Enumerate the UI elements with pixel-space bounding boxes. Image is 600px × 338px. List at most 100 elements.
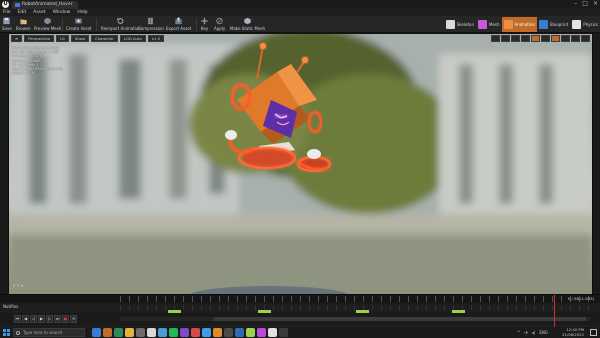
title-bar: U RobotAnimated_Hover – □ × bbox=[0, 0, 600, 9]
playback-speed-button[interactable]: x1.0 bbox=[147, 35, 165, 42]
browse-button[interactable]: Browse bbox=[16, 17, 31, 32]
timeline-scroll-thumb[interactable] bbox=[214, 317, 586, 321]
mode-mesh[interactable]: Mesh bbox=[476, 17, 502, 32]
clock[interactable]: 12:40 PM 21/06/2022 bbox=[562, 327, 584, 337]
move-tool-icon[interactable] bbox=[501, 35, 510, 42]
toolbar: Save Browse Preview Mesh Create Asset Re… bbox=[0, 16, 600, 33]
jump-to-end-button[interactable]: ⏭ bbox=[54, 315, 61, 323]
jump-to-start-button[interactable]: ⏮ bbox=[14, 315, 21, 323]
right-panel-collapsed[interactable] bbox=[592, 33, 600, 295]
left-panel-collapsed[interactable] bbox=[0, 33, 9, 295]
grid-size-icon[interactable] bbox=[541, 35, 550, 42]
animation-icon bbox=[503, 20, 513, 29]
scale-tool-icon[interactable] bbox=[521, 35, 530, 42]
export-icon bbox=[175, 17, 182, 25]
make-static-mesh-button[interactable]: Make Static Mesh bbox=[230, 17, 265, 32]
language-indicator[interactable]: ENG bbox=[539, 330, 548, 335]
timeline-ruler[interactable] bbox=[120, 296, 590, 302]
camera-speed-icon[interactable] bbox=[571, 35, 580, 42]
mode-skeleton[interactable]: Skeleton bbox=[444, 17, 476, 32]
static-mesh-icon bbox=[244, 17, 251, 25]
export-asset-button[interactable]: Export Asset bbox=[166, 17, 191, 32]
reimport-icon bbox=[117, 17, 124, 24]
taskbar-apps bbox=[92, 328, 288, 337]
save-button[interactable]: Save bbox=[2, 17, 12, 32]
taskbar-search-input[interactable]: Type here to search bbox=[13, 328, 85, 337]
viewport[interactable]: ≡ Perspective Lit Show Character LOD Aut… bbox=[9, 34, 592, 294]
toolbar-separator bbox=[96, 18, 97, 31]
menu-edit[interactable]: Edit bbox=[18, 9, 27, 16]
lod-button[interactable]: LOD Auto bbox=[119, 35, 146, 42]
taskbar-app-icon[interactable] bbox=[158, 328, 167, 337]
taskbar-app-icon[interactable] bbox=[114, 328, 123, 337]
step-forward-button[interactable]: ▷ bbox=[46, 315, 53, 323]
axis-gizmo: z ↑ x bbox=[13, 283, 24, 288]
angle-size-icon[interactable] bbox=[561, 35, 570, 42]
menu-help[interactable]: Help bbox=[77, 9, 87, 16]
taskbar-app-icon[interactable] bbox=[235, 328, 244, 337]
timeline-scrollbar[interactable] bbox=[120, 317, 590, 321]
taskbar-app-icon[interactable] bbox=[224, 328, 233, 337]
unreal-logo-icon[interactable]: U bbox=[2, 1, 9, 8]
key-button[interactable]: Key bbox=[200, 17, 209, 32]
taskbar-app-icon[interactable] bbox=[257, 328, 266, 337]
compression-button[interactable]: Compression bbox=[138, 17, 164, 32]
perspective-button[interactable]: Perspective bbox=[24, 35, 55, 42]
menu-window[interactable]: Window bbox=[53, 9, 71, 16]
viewport-menu-button[interactable]: ≡ bbox=[11, 35, 23, 42]
apply-button[interactable]: Apply bbox=[214, 17, 225, 32]
volume-icon[interactable]: ◂) bbox=[532, 330, 536, 335]
select-tool-icon[interactable] bbox=[491, 35, 500, 42]
play-button[interactable]: ▶ bbox=[38, 315, 45, 323]
editor-mode-tabs: Skeleton Mesh Animation Blueprint Physic… bbox=[444, 17, 600, 32]
window-tab[interactable]: RobotAnimated_Hover bbox=[12, 1, 78, 9]
preview-mesh-button[interactable]: Preview Mesh bbox=[34, 17, 61, 32]
taskbar-app-icon[interactable] bbox=[169, 328, 178, 337]
loop-button[interactable]: ⟲ bbox=[70, 315, 77, 323]
angle-snap-icon[interactable] bbox=[551, 35, 560, 42]
close-icon[interactable]: × bbox=[593, 0, 598, 9]
windows-taskbar: Type here to search ^ ◔ ◂) ENG 12:40 PM … bbox=[0, 327, 600, 338]
chevron-up-icon[interactable]: ^ bbox=[517, 330, 520, 335]
notification-icon[interactable] bbox=[590, 329, 597, 336]
toolbar-separator bbox=[196, 18, 197, 31]
lit-button[interactable]: Lit bbox=[56, 35, 69, 42]
mesh-icon bbox=[478, 20, 488, 29]
record-button[interactable]: ● bbox=[62, 315, 69, 323]
maximize-viewport-icon[interactable] bbox=[581, 35, 590, 42]
rotate-tool-icon[interactable] bbox=[511, 35, 520, 42]
playhead[interactable] bbox=[554, 295, 555, 328]
mode-blueprint[interactable]: Blueprint bbox=[537, 17, 570, 32]
notifies-track-label[interactable]: Notifies bbox=[3, 304, 18, 309]
windows-start-icon[interactable] bbox=[3, 329, 11, 336]
skeleton-icon bbox=[445, 20, 455, 29]
taskbar-app-icon[interactable] bbox=[279, 328, 288, 337]
taskbar-app-icon[interactable] bbox=[92, 328, 101, 337]
mode-animation[interactable]: Animation bbox=[501, 17, 537, 32]
minimize-icon[interactable]: – bbox=[574, 0, 577, 9]
snap-toggle-icon[interactable] bbox=[531, 35, 540, 42]
taskbar-app-icon[interactable] bbox=[213, 328, 222, 337]
network-icon[interactable]: ◔ bbox=[524, 330, 528, 335]
character-button[interactable]: Character bbox=[91, 35, 118, 42]
taskbar-app-icon[interactable] bbox=[147, 328, 156, 337]
menu-asset[interactable]: Asset bbox=[33, 9, 45, 16]
step-back-button[interactable]: ◀ bbox=[22, 315, 29, 323]
show-button[interactable]: Show bbox=[70, 35, 90, 42]
taskbar-app-icon[interactable] bbox=[202, 328, 211, 337]
taskbar-app-icon[interactable] bbox=[103, 328, 112, 337]
taskbar-app-icon[interactable] bbox=[125, 328, 134, 337]
taskbar-app-icon[interactable] bbox=[180, 328, 189, 337]
mode-physics[interactable]: Physics bbox=[570, 17, 600, 32]
taskbar-app-icon[interactable] bbox=[268, 328, 277, 337]
taskbar-app-icon[interactable] bbox=[246, 328, 255, 337]
maximize-icon[interactable]: □ bbox=[582, 0, 588, 9]
create-asset-button[interactable]: Create Asset bbox=[66, 17, 92, 32]
window-controls: – □ × bbox=[574, 0, 598, 9]
menu-file[interactable]: File bbox=[3, 9, 11, 16]
notifies-track[interactable] bbox=[120, 305, 590, 310]
taskbar-app-icon[interactable] bbox=[136, 328, 145, 337]
reimport-animation-button[interactable]: Reimport Animation bbox=[101, 17, 141, 32]
taskbar-app-icon[interactable] bbox=[191, 328, 200, 337]
play-reverse-button[interactable]: ◁ bbox=[30, 315, 37, 323]
